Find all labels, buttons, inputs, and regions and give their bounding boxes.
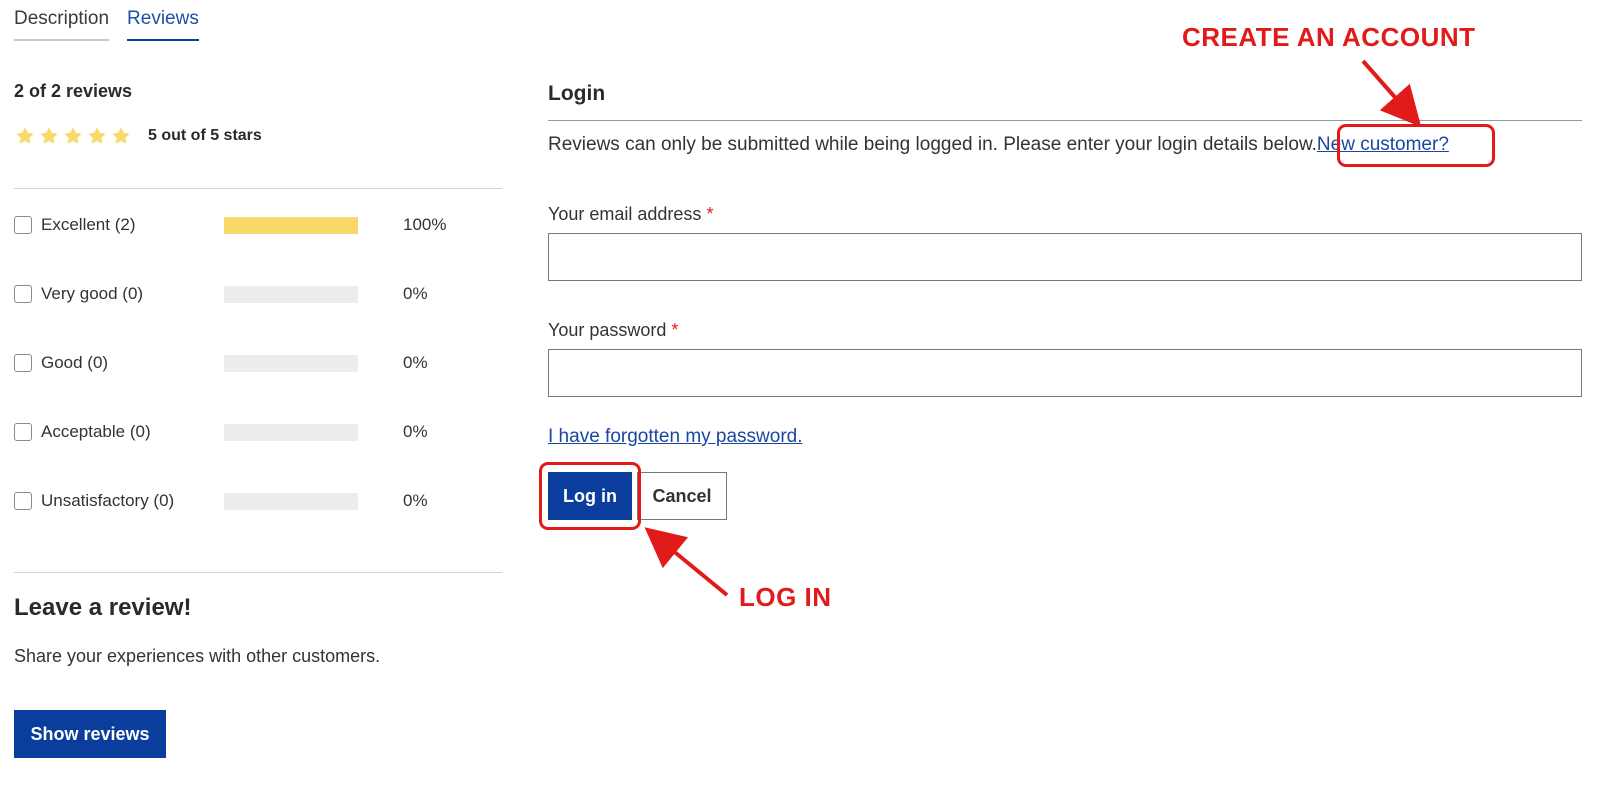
rating-filter-excellent[interactable]: Excellent (2) 100% [14,213,502,237]
required-mark: * [671,320,679,340]
leave-review-text: Share your experiences with other custom… [14,646,381,666]
rating-percent: 100% [403,215,447,234]
annotation-log-in: LOG IN [739,582,832,612]
arrow-to-log-in [644,527,729,597]
password-field[interactable] [548,349,1582,397]
tab-description[interactable]: Description [14,8,110,41]
rating-percent: 0% [403,284,428,303]
password-label: Your password * [548,320,678,341]
rating-bar-fill [224,216,358,234]
rating-percent: 0% [403,491,428,510]
page: Description Reviews 2 of 2 reviews 5 out… [0,0,1600,800]
required-mark: * [706,204,714,224]
login-divider [548,120,1582,121]
divider [14,188,502,189]
rating-bar [224,285,358,303]
star-icon [86,125,108,147]
tab-bar: Description Reviews [14,8,199,41]
divider [14,572,502,573]
rating-checkbox[interactable] [14,354,32,372]
rating-checkbox[interactable] [14,285,32,303]
highlight-new-customer [1337,124,1495,167]
arrow-to-new-customer [1361,59,1422,127]
stars-label: 5 out of 5 stars [148,127,262,144]
annotation-create-account: CREATE AN ACCOUNT [1182,22,1476,52]
star-icon [14,125,36,147]
review-count: 2 of 2 reviews [14,81,133,101]
password-label-text: Your password [548,320,667,340]
rating-checkbox[interactable] [14,492,32,510]
rating-bar [224,354,358,372]
rating-label: Unsatisfactory (0) [41,491,175,510]
login-info-text: Reviews can only be submitted while bein… [548,134,1317,155]
forgot-password-link[interactable]: I have forgotten my password. [548,426,803,448]
tab-reviews[interactable]: Reviews [127,8,199,41]
rating-checkbox[interactable] [14,423,32,441]
rating-label: Acceptable (0) [41,422,151,441]
rating-label: Good (0) [41,353,109,372]
star-icon [110,125,132,147]
rating-filter-very-good[interactable]: Very good (0) 0% [14,282,502,306]
rating-checkbox[interactable] [14,216,32,234]
rating-bar [224,423,358,441]
rating-filter-good[interactable]: Good (0) 0% [14,351,502,375]
email-label-text: Your email address [548,204,702,224]
star-icon [62,125,84,147]
login-info: Reviews can only be submitted while bein… [548,134,1449,156]
rating-label: Excellent (2) [41,215,136,234]
login-title: Login [548,82,606,105]
rating-label: Very good (0) [41,284,144,303]
rating-percent: 0% [403,422,428,441]
rating-filter-unsatisfactory[interactable]: Unsatisfactory (0) 0% [14,489,502,513]
rating-bar [224,492,358,510]
star-icon [38,125,60,147]
show-reviews-button[interactable]: Show reviews [14,710,166,758]
highlight-log-in [539,462,641,530]
email-label: Your email address * [548,204,713,225]
rating-bar [224,216,358,234]
rating-percent: 0% [403,353,428,372]
cancel-button[interactable]: Cancel [637,472,727,520]
average-rating: 5 out of 5 stars [14,125,262,147]
leave-review-title: Leave a review! [14,594,192,621]
email-field[interactable] [548,233,1582,281]
rating-filter-acceptable[interactable]: Acceptable (0) 0% [14,420,502,444]
